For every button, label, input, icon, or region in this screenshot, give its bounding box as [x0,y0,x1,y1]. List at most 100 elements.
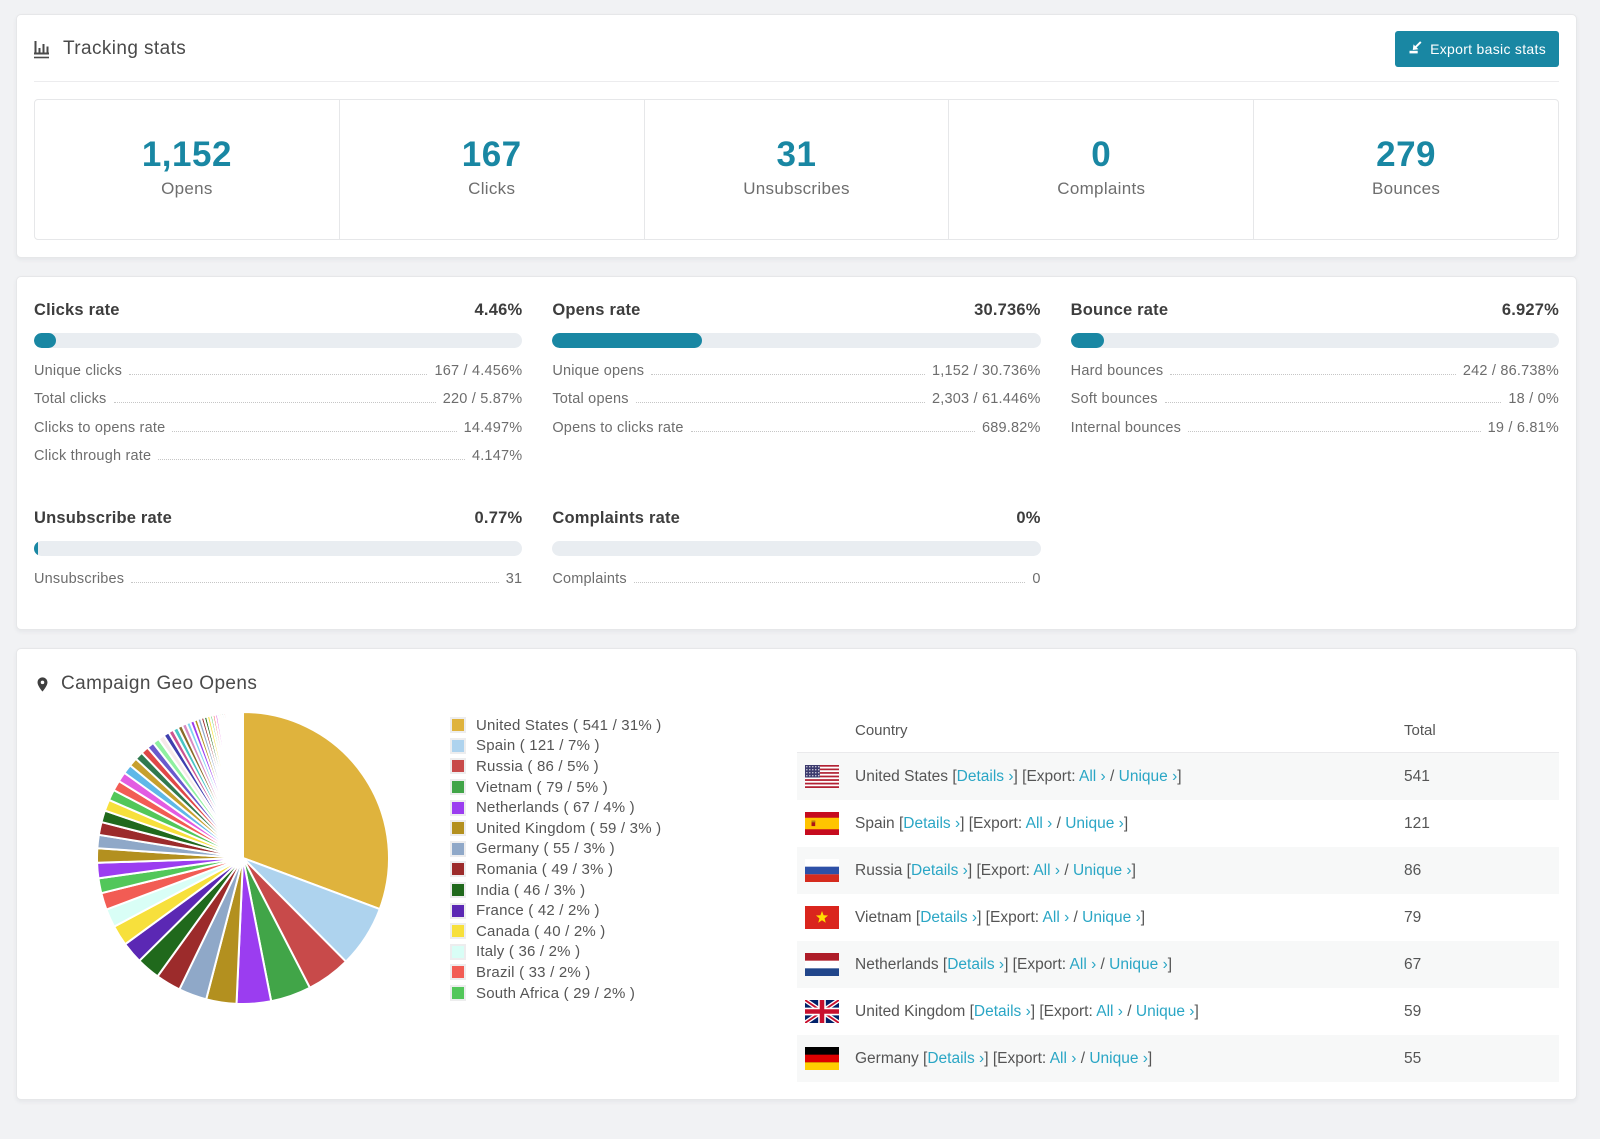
export-unique-link[interactable]: Unique › [1119,768,1178,785]
flag-icon-us [805,765,839,788]
export-all-link[interactable]: All › [1079,768,1106,785]
export-all-link[interactable]: All › [1070,956,1097,973]
export-unique-link[interactable]: Unique › [1073,862,1132,879]
stat-label: Bounces [1371,178,1441,198]
legend-label: South Africa ( 29 / 2% ) [476,984,636,1002]
export-unique-link[interactable]: Unique › [1109,956,1168,973]
geo-col-country: Country [855,722,908,739]
dotted-leader [1164,402,1502,403]
rate-detail-value: 14.497% [463,419,523,436]
rate-detail-label: Unique clicks [34,362,123,379]
details-link[interactable]: Details › [947,956,1004,973]
details-link[interactable]: Details › [957,768,1014,785]
export-all-link[interactable]: All › [1043,909,1070,926]
export-unique-link[interactable]: Unique › [1065,815,1124,832]
legend-item: Russia ( 86 / 5% ) [452,756,737,777]
export-all-link[interactable]: All › [1033,862,1060,879]
tracking-stats-card: Tracking stats Export basic stats 1,152 O… [16,14,1577,258]
rate-detail-row: Unsubscribes 31 [34,571,522,600]
rate-detail-label: Hard bounces [1070,362,1164,379]
export-all-link[interactable]: All › [1026,815,1053,832]
export-basic-stats-button[interactable]: Export basic stats [1395,31,1559,67]
dotted-leader [1170,373,1456,375]
dotted-leader [158,459,465,460]
rate-detail-label: Complaints [552,570,627,587]
rate-block: Complaints rate 0% Complaints 0 [552,509,1041,600]
rate-block: Unsubscribe rate 0.77% Unsubscribes 31 [34,509,523,600]
details-link[interactable]: Details › [927,1050,984,1067]
tracking-stats-header: Tracking stats Export basic stats [17,15,1576,81]
geo-table-row: United States [Details ›] [Export: All ›… [797,753,1559,800]
export-all-link[interactable]: All › [1096,1003,1123,1020]
map-pin-icon [34,674,51,695]
flag-icon-gb [805,1000,839,1023]
legend-swatch [452,945,464,958]
details-link[interactable]: Details › [903,815,960,832]
geo-table-header: Country Total [797,709,1559,753]
rate-progress-fill [34,332,56,348]
legend-swatch [452,925,464,938]
rate-value: 0% [1016,508,1041,527]
rate-detail-value: 2,303 / 61.446% [932,391,1041,407]
geo-row-total: 59 [1404,1002,1422,1020]
export-all-link[interactable]: All › [1050,1050,1077,1067]
rate-detail-label: Unsubscribes [34,570,125,587]
rates-card: Clicks rate 4.46% Unique clicks 167 / 4.456… [16,275,1577,630]
rate-title: Opens rate [552,300,641,319]
rate-detail-label: Opens to clicks rate [552,419,684,436]
stat-label: Clicks [468,178,516,198]
stat-value: 31 [776,135,817,174]
rate-value: 6.927% [1501,300,1559,319]
legend-label: Spain ( 121 / 7% ) [476,737,600,755]
geo-row-total: 121 [1404,814,1430,832]
legend-swatch [452,904,464,917]
rate-detail-value: 18 / 0% [1508,391,1559,407]
legend-label: United Kingdom ( 59 / 3% ) [476,819,662,837]
details-link[interactable]: Details › [974,1003,1031,1020]
dotted-leader [1188,430,1481,432]
rate-value: 30.736% [974,300,1041,319]
flag-icon-nl [805,953,839,976]
dotted-leader [172,430,457,432]
details-link[interactable]: Details › [911,862,968,879]
geo-table-rows: United States [Details ›] [Export: All ›… [797,753,1559,1082]
rate-title: Complaints rate [552,508,681,527]
rate-header: Complaints rate 0% [552,509,1040,528]
geo-pie-chart [94,709,392,1007]
geo-table-row: United Kingdom [Details ›] [Export: All … [797,988,1559,1035]
legend-swatch [452,719,464,732]
legend-swatch [452,863,464,876]
rate-detail-row: Total clicks 220 / 5.87% [34,391,522,420]
rate-detail-label: Total opens [552,391,629,407]
rate-detail-row: Unique opens 1,152 / 30.736% [552,363,1040,392]
legend-label: Italy ( 36 / 2% ) [476,943,581,961]
rate-detail-row: Internal bounces 19 / 6.81% [1071,420,1559,449]
legend-item: Canada ( 40 / 2% ) [452,921,737,942]
legend-label: Canada ( 40 / 2% ) [476,922,606,940]
geo-table: Country Total United States [Details ›] … [797,709,1559,1082]
details-link[interactable]: Details › [920,909,977,926]
geo-legend: United States ( 541 / 31% ) Spain ( 121 /… [452,709,737,1082]
flag-icon-es [805,812,839,835]
stat-cell-bounces: 279 Bounces [1253,100,1558,239]
dotted-leader [690,430,975,432]
legend-item: Netherlands ( 67 / 4% ) [452,797,737,818]
export-unique-link[interactable]: Unique › [1082,909,1141,926]
rate-title: Clicks rate [34,300,120,319]
geo-row-country: Vietnam [Details ›] [Export: All › / Uni… [797,906,1404,929]
rate-detail-row: Soft bounces 18 / 0% [1071,391,1559,420]
geo-row-text: Spain [Details ›] [Export: All › / Uniqu… [855,814,1129,832]
geo-table-row: Spain [Details ›] [Export: All › / Uniqu… [797,800,1559,847]
legend-swatch [452,739,464,752]
export-unique-link[interactable]: Unique › [1089,1050,1148,1067]
legend-item: Italy ( 36 / 2% ) [452,942,737,963]
geo-row-text: Germany [Details ›] [Export: All › / Uni… [855,1049,1153,1067]
legend-item: France ( 42 / 2% ) [452,900,737,921]
rates-grid: Clicks rate 4.46% Unique clicks 167 / 4.456… [34,301,1559,600]
flag-icon-de [805,1047,839,1070]
legend-swatch [452,987,464,1000]
export-unique-link[interactable]: Unique › [1136,1003,1195,1020]
stat-cell-clicks: 167 Clicks [338,100,644,239]
geo-row-text: United States [Details ›] [Export: All ›… [855,767,1182,785]
legend-swatch [452,760,464,773]
